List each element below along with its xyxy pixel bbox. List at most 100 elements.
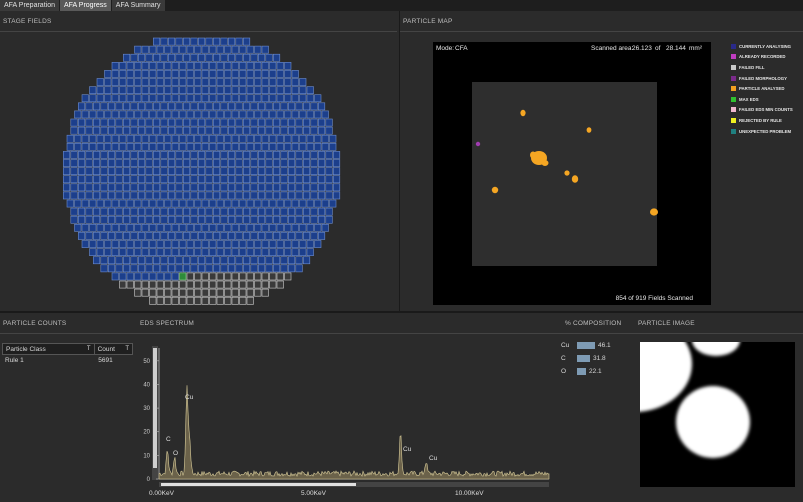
stage-field-cell[interactable]: [250, 151, 258, 159]
stage-field-cell[interactable]: [250, 126, 258, 135]
stage-field-cell[interactable]: [130, 191, 138, 200]
stage-field-cell[interactable]: [190, 256, 198, 265]
stage-field-cell[interactable]: [257, 159, 266, 167]
stage-field-cell[interactable]: [85, 159, 93, 167]
stage-field-cell[interactable]: [209, 199, 217, 208]
stage-field-cell[interactable]: [74, 134, 82, 143]
stage-field-cell[interactable]: [62, 167, 71, 176]
stage-field-cell[interactable]: [246, 272, 254, 281]
stage-field-cell[interactable]: [257, 126, 266, 135]
stage-field-cell[interactable]: [149, 199, 157, 208]
stage-field-cell[interactable]: [111, 240, 119, 248]
stage-field-cell[interactable]: [235, 207, 243, 216]
stage-field-cell[interactable]: [209, 110, 217, 119]
stage-field-cell[interactable]: [194, 224, 202, 232]
stage-field-cell[interactable]: [205, 264, 213, 273]
stage-field-cell[interactable]: [287, 215, 296, 224]
stage-field-cell[interactable]: [276, 78, 284, 86]
stage-field-cell[interactable]: [186, 86, 194, 94]
stage-field-cell[interactable]: [85, 207, 93, 216]
stage-field-cell[interactable]: [194, 143, 202, 151]
stage-field-cell[interactable]: [254, 45, 262, 54]
stage-field-cell[interactable]: [243, 53, 251, 62]
stage-field-cell[interactable]: [209, 86, 217, 94]
stage-field-cell[interactable]: [272, 175, 281, 184]
stage-field-cell[interactable]: [329, 143, 337, 151]
stage-field-cell[interactable]: [171, 78, 179, 86]
stage-field-cell[interactable]: [198, 232, 206, 240]
stage-field-cell[interactable]: [70, 183, 78, 192]
stage-field-cell[interactable]: [261, 143, 269, 151]
stage-field-cell[interactable]: [186, 224, 194, 232]
stage-field-cell[interactable]: [317, 215, 326, 224]
stage-field-cell[interactable]: [179, 143, 187, 151]
stage-field-cell[interactable]: [123, 159, 131, 167]
stage-field-cell[interactable]: [201, 280, 209, 289]
stage-field-cell[interactable]: [126, 86, 134, 94]
stage-field-cell[interactable]: [89, 224, 97, 232]
stage-field-cell[interactable]: [126, 240, 134, 248]
stage-field-cell[interactable]: [78, 232, 86, 240]
stage-field-cell[interactable]: [123, 118, 131, 127]
stage-field-cell[interactable]: [269, 248, 277, 257]
stage-field-cell[interactable]: [250, 102, 258, 111]
stage-field-cell[interactable]: [317, 207, 326, 216]
stage-field-cell[interactable]: [179, 110, 187, 119]
stage-field-cell[interactable]: [291, 70, 299, 78]
stage-field-cell[interactable]: [209, 45, 217, 54]
stage-field-cell[interactable]: [220, 37, 228, 46]
stage-field-cell[interactable]: [115, 167, 123, 176]
stage-field-cell[interactable]: [216, 78, 224, 86]
stage-field-cell[interactable]: [149, 143, 157, 151]
stage-field-cell[interactable]: [257, 183, 266, 192]
stage-field-cell[interactable]: [201, 45, 209, 54]
stage-field-cell[interactable]: [186, 272, 194, 281]
stage-field-cell[interactable]: [149, 94, 157, 103]
stage-field-cell[interactable]: [119, 224, 127, 232]
stage-field-cell[interactable]: [130, 264, 138, 273]
stage-field-cell[interactable]: [325, 183, 333, 192]
stage-field-cell[interactable]: [78, 159, 86, 167]
stage-field-cell[interactable]: [171, 272, 179, 281]
stage-field-cell[interactable]: [175, 126, 183, 135]
particle-map-canvas[interactable]: Mode: CFA Scanned area: 26.123 of 28.144…: [433, 42, 711, 305]
stage-field-cell[interactable]: [310, 183, 318, 192]
stage-field-cell[interactable]: [325, 215, 333, 224]
stage-field-cell[interactable]: [243, 207, 251, 216]
stage-field-cell[interactable]: [183, 232, 191, 240]
stage-field-cell[interactable]: [235, 151, 243, 159]
stage-field-cell[interactable]: [299, 199, 307, 208]
stage-field-cell[interactable]: [186, 280, 194, 289]
stage-field-cell[interactable]: [239, 134, 247, 143]
stage-field-cell[interactable]: [224, 248, 232, 257]
stage-field-cell[interactable]: [317, 183, 326, 192]
stage-field-cell[interactable]: [220, 175, 228, 184]
stage-field-cell[interactable]: [104, 248, 112, 257]
stage-field-cell[interactable]: [171, 224, 179, 232]
stage-field-cell[interactable]: [250, 183, 258, 192]
stage-field-cell[interactable]: [261, 248, 269, 257]
stage-field-cell[interactable]: [141, 110, 149, 119]
stage-field-cell[interactable]: [190, 118, 198, 127]
stage-field-cell[interactable]: [216, 110, 224, 119]
stage-field-cell[interactable]: [302, 126, 311, 135]
stage-field-cell[interactable]: [299, 143, 307, 151]
stage-field-cell[interactable]: [310, 102, 318, 111]
stage-field-cell[interactable]: [190, 102, 198, 111]
stage-field-cell[interactable]: [250, 232, 258, 240]
stage-field-cell[interactable]: [171, 288, 179, 297]
stage-field-cell[interactable]: [153, 159, 161, 167]
stage-field-cell[interactable]: [287, 207, 296, 216]
stage-field-cell[interactable]: [175, 53, 183, 62]
stage-field-cell[interactable]: [250, 207, 258, 216]
stage-field-cell[interactable]: [123, 175, 131, 184]
stage-field-cell[interactable]: [216, 248, 224, 257]
stage-field-cell[interactable]: [85, 232, 93, 240]
stage-field-cell[interactable]: [198, 159, 206, 167]
stage-field-cell[interactable]: [138, 167, 146, 176]
stage-field-cell[interactable]: [126, 224, 134, 232]
stage-field-cell[interactable]: [287, 232, 296, 240]
stage-field-cell[interactable]: [310, 159, 318, 167]
stage-field-cell[interactable]: [156, 288, 164, 297]
stage-field-cell[interactable]: [186, 240, 194, 248]
